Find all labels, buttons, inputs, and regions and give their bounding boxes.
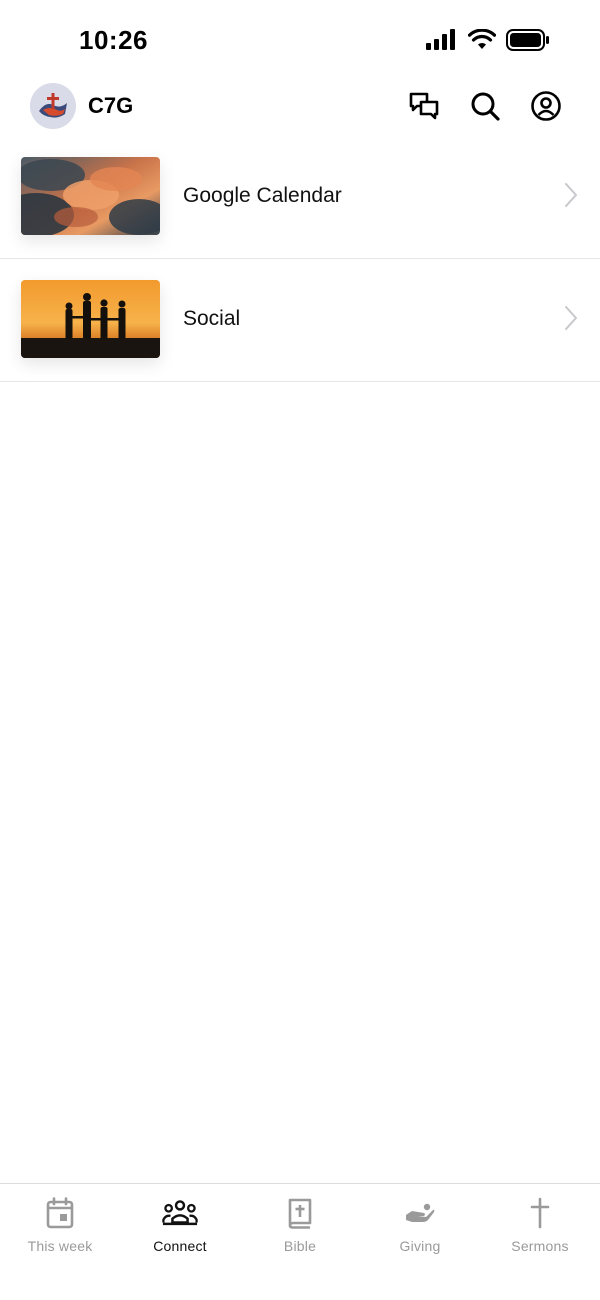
profile-button[interactable] (528, 88, 564, 124)
wifi-icon (468, 29, 496, 49)
search-icon (471, 92, 500, 121)
cross-icon (530, 1197, 550, 1229)
tab-label: Bible (283, 1238, 317, 1254)
tab-label: Giving (399, 1238, 441, 1254)
list-item-label: Social (183, 307, 241, 330)
status-time: 10:26 (79, 25, 148, 55)
calendar-icon (46, 1197, 74, 1229)
chevron-right-icon (565, 183, 577, 207)
list-item-google-calendar[interactable]: Google Calendar (0, 136, 600, 259)
chevron-right-icon (565, 306, 577, 330)
bottom-tab-bar: This week Connect Bible Giving Sermons (0, 1183, 600, 1300)
status-bar: 10:26 (0, 0, 600, 80)
app-title: C7G (88, 93, 134, 118)
tab-label: Connect (153, 1238, 207, 1254)
messages-button[interactable] (406, 88, 442, 124)
chat-bubbles-icon (409, 92, 439, 120)
tab-label: Sermons (511, 1238, 569, 1254)
battery-icon (506, 29, 549, 51)
giving-hand-icon (406, 1203, 435, 1222)
tab-connect[interactable]: Connect (120, 1184, 240, 1300)
tab-giving[interactable]: Giving (360, 1184, 480, 1300)
search-button[interactable] (467, 88, 503, 124)
account-circle-icon (531, 91, 561, 121)
church-logo-icon[interactable] (30, 83, 76, 129)
tab-bible[interactable]: Bible (240, 1184, 360, 1300)
people-group-icon (162, 1200, 198, 1226)
people-silhouette-sunset-image (21, 280, 160, 358)
tab-this-week[interactable]: This week (0, 1184, 120, 1300)
app-header: C7G (0, 80, 600, 136)
list-item-social[interactable]: Social (0, 259, 600, 382)
tab-label: This week (27, 1238, 93, 1254)
tab-sermons[interactable]: Sermons (480, 1184, 600, 1300)
status-icons (426, 29, 550, 51)
connect-list: Google Calendar Social (0, 136, 600, 382)
cellular-signal-icon (426, 29, 455, 50)
list-item-label: Google Calendar (183, 184, 342, 207)
sunset-clouds-image (21, 157, 160, 235)
bible-book-icon (288, 1198, 312, 1229)
